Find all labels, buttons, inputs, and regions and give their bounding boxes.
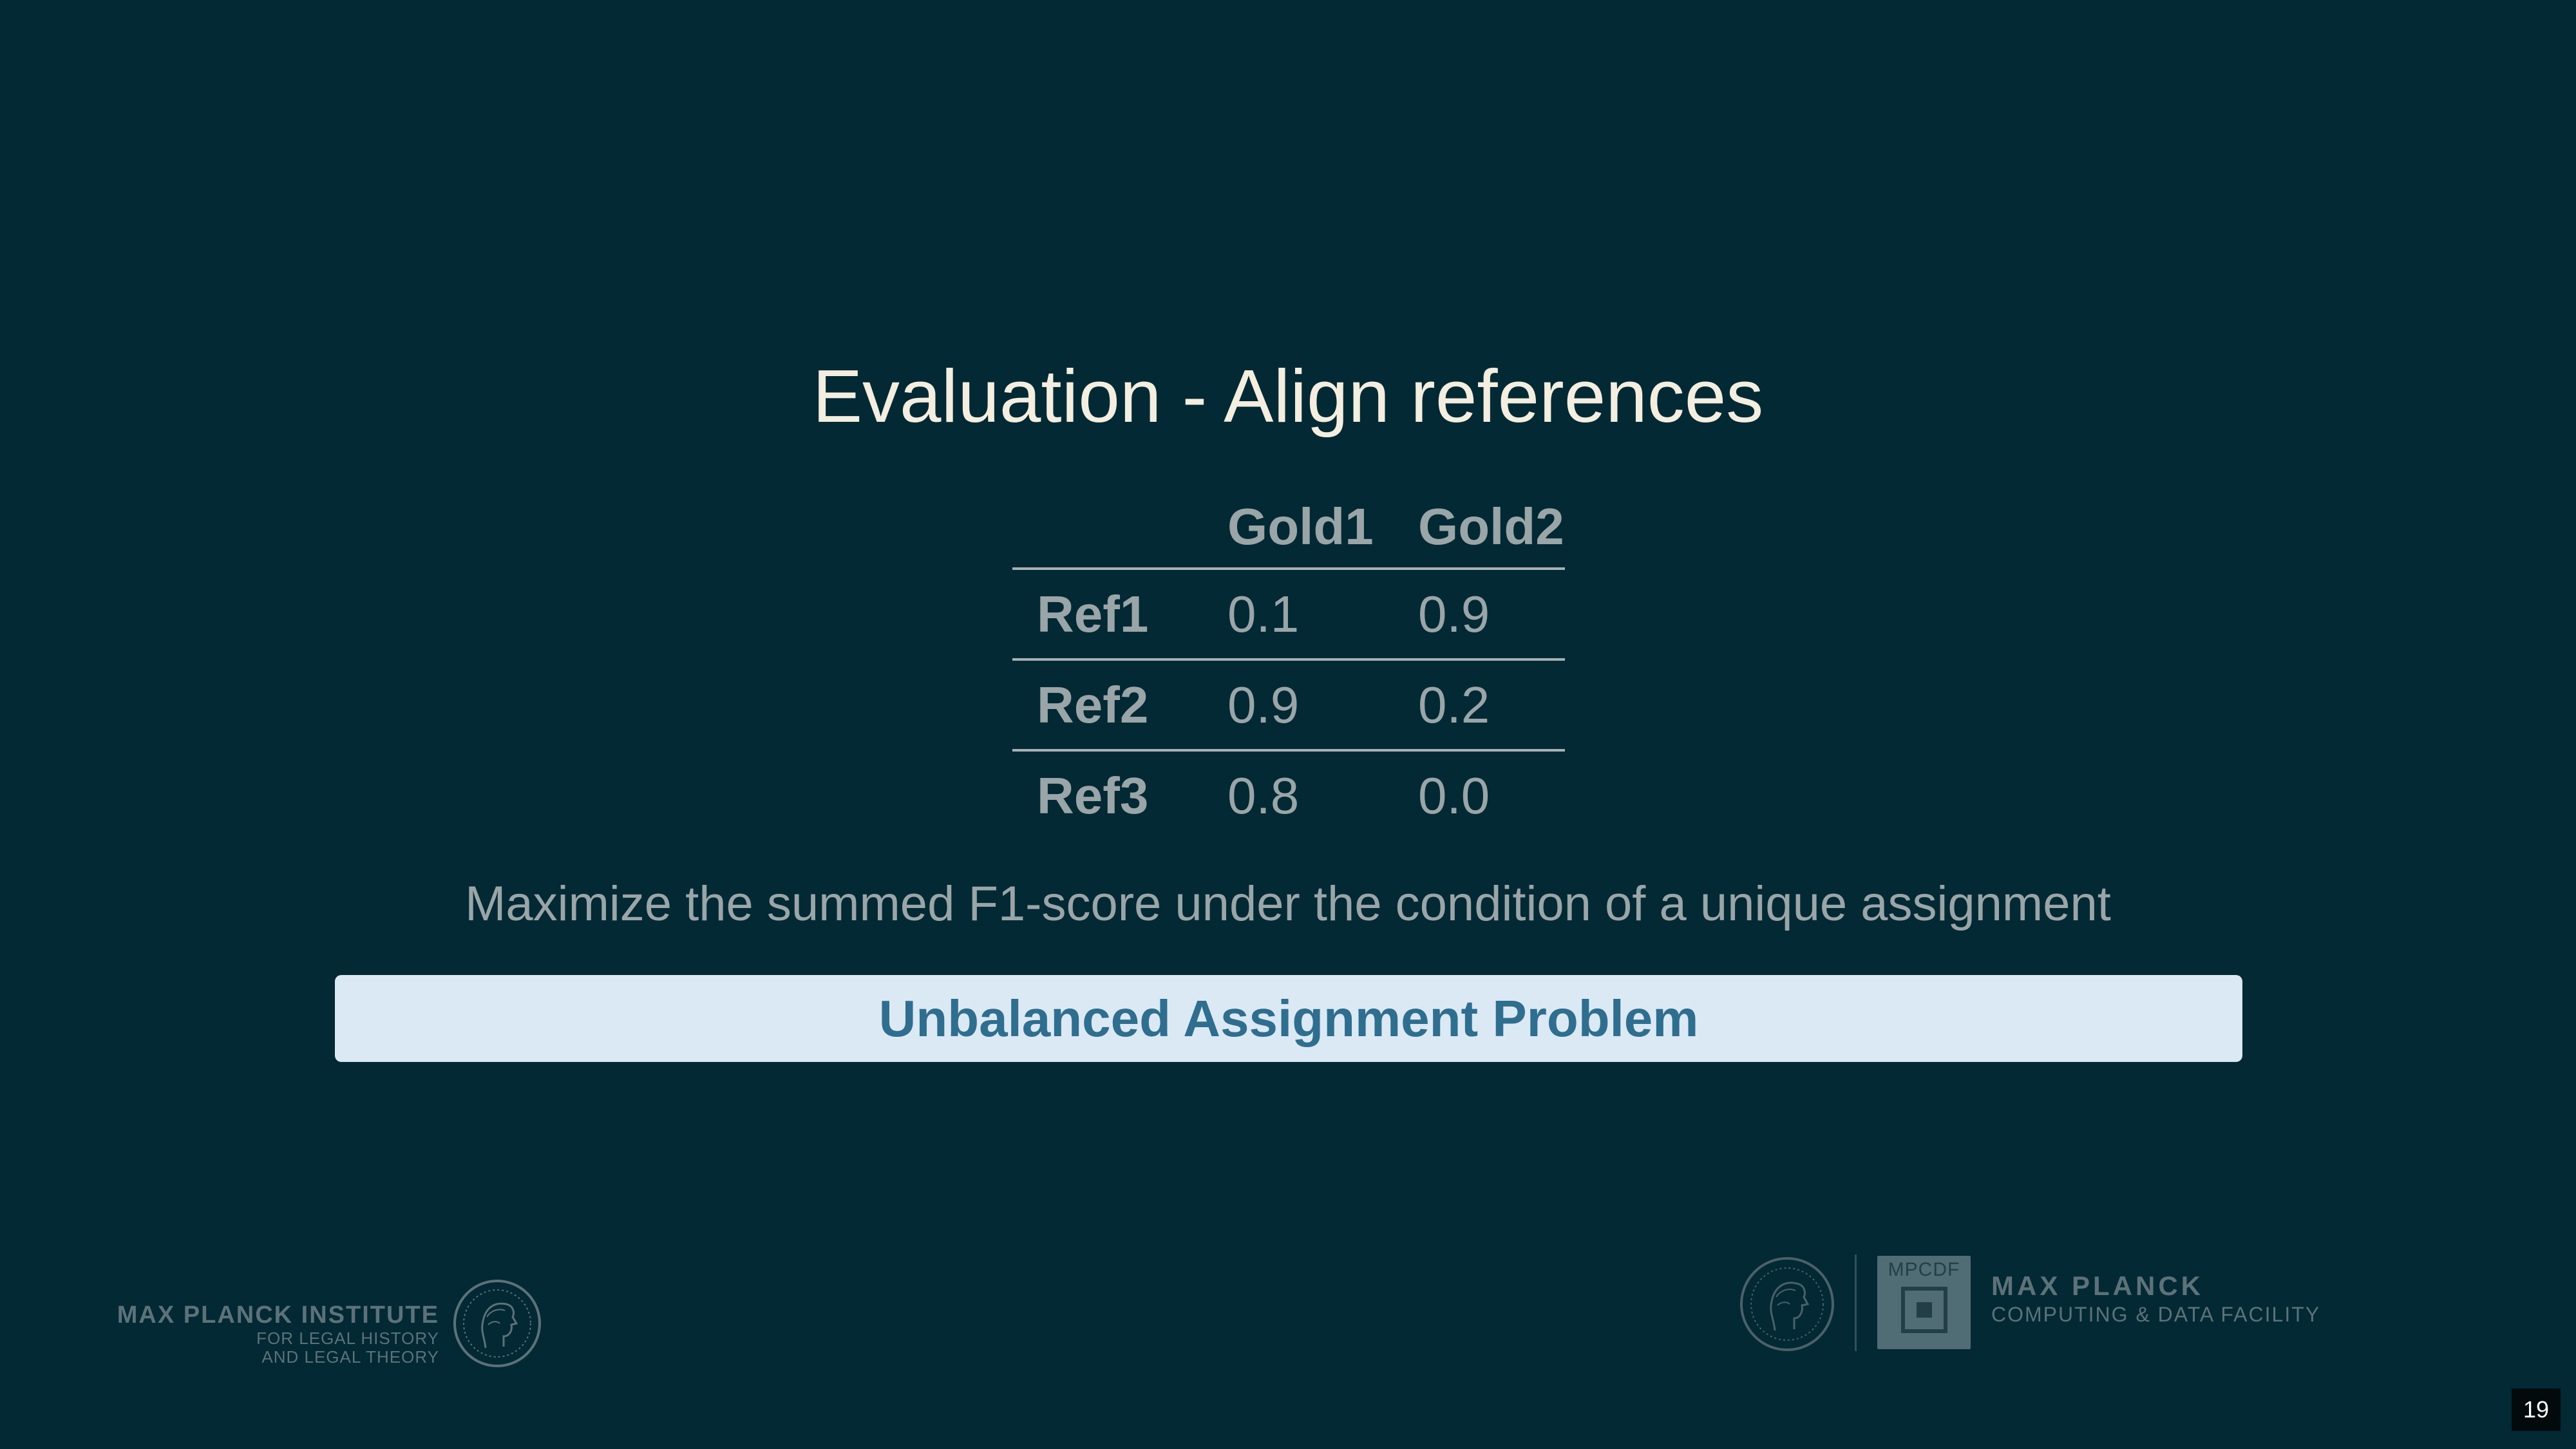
callout-box: Unbalanced Assignment Problem — [335, 975, 2242, 1062]
table-row: Ref1 0.1 0.9 — [1012, 569, 1565, 659]
mpi-logo-line2: FOR LEGAL HISTORY — [256, 1329, 439, 1348]
table-cell: 0.0 — [1418, 766, 1490, 824]
slide: Evaluation - Align references Gold1 Gold… — [0, 0, 2576, 1449]
minerva-seal-icon — [1740, 1257, 1834, 1351]
logo-divider — [1855, 1255, 1857, 1351]
minerva-seal-icon — [453, 1280, 541, 1367]
row-label: Ref2 — [1037, 676, 1149, 734]
table-row: Ref3 0.8 0.0 — [1012, 750, 1565, 840]
callout-text: Unbalanced Assignment Problem — [878, 989, 1699, 1047]
row-label: Ref1 — [1037, 585, 1149, 643]
mpcdf-square-icon — [1901, 1287, 1947, 1333]
page-number: 19 — [2512, 1388, 2561, 1431]
mpi-logo-line3: AND LEGAL THEORY — [261, 1347, 439, 1367]
mpcdf-logo: MPCDF MAX PLANCK COMPUTING & DATA FACILI… — [1739, 1255, 2320, 1351]
table-header-gold2: Gold2 — [1418, 498, 1564, 555]
table-header-row: Gold1 Gold2 — [1012, 486, 1565, 569]
table-header-gold1: Gold1 — [1227, 498, 1374, 555]
table-cell: 0.9 — [1227, 676, 1300, 734]
mpi-logo-line1: MAX PLANCK INSTITUTE — [117, 1302, 439, 1329]
mpi-logo-text: MAX PLANCK INSTITUTE FOR LEGAL HISTORY A… — [117, 1301, 439, 1367]
mpcdf-box-logo: MPCDF — [1877, 1256, 1971, 1349]
table-cell: 0.9 — [1418, 585, 1490, 643]
table-cell: 0.8 — [1227, 766, 1300, 824]
mpcdf-box-label: MPCDF — [1888, 1259, 1960, 1280]
row-label: Ref3 — [1037, 766, 1149, 824]
table-header-corner — [1012, 486, 1203, 569]
mpcdf-logo-text: MAX PLANCK COMPUTING & DATA FACILITY — [1991, 1270, 2320, 1327]
score-table: Gold1 Gold2 Ref1 0.1 0.9 Ref2 0.9 0.2 Re… — [1012, 486, 1565, 840]
table-cell: 0.2 — [1418, 676, 1490, 734]
table-row: Ref2 0.9 0.2 — [1012, 659, 1565, 750]
mpcdf-logo-line1: MAX PLANCK — [1991, 1271, 2204, 1301]
statement-text: Maximize the summed F1-score under the c… — [465, 876, 2111, 931]
mpcdf-logo-line2: COMPUTING & DATA FACILITY — [1991, 1303, 2321, 1326]
table-cell: 0.1 — [1227, 585, 1300, 643]
slide-title: Evaluation - Align references — [812, 354, 1764, 438]
score-table-container: Gold1 Gold2 Ref1 0.1 0.9 Ref2 0.9 0.2 Re… — [1012, 486, 1565, 840]
mpi-legal-history-logo: MAX PLANCK INSTITUTE FOR LEGAL HISTORY A… — [117, 1278, 542, 1368]
